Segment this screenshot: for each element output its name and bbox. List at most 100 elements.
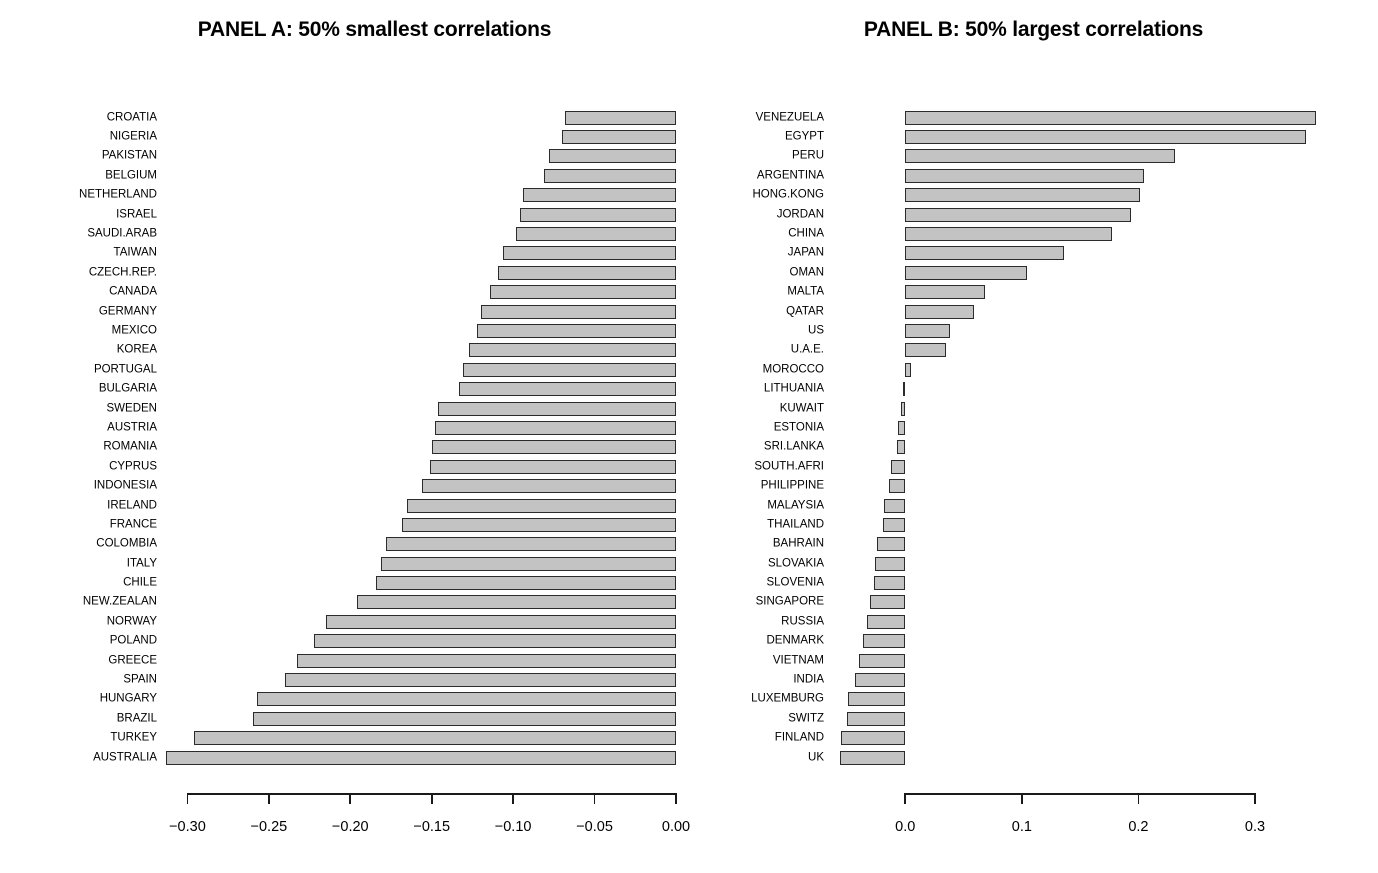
bar bbox=[462, 362, 676, 377]
axis-tick bbox=[349, 793, 352, 804]
bar bbox=[314, 634, 676, 649]
bar-row: LITHUANIA bbox=[689, 379, 1378, 398]
bar-category-label: PORTUGAL bbox=[93, 363, 157, 376]
bar-row: SOUTH.AFRI bbox=[689, 457, 1378, 476]
bar-category-label: MALTA bbox=[787, 285, 824, 298]
axis-tick bbox=[1137, 793, 1140, 804]
bar-category-label: QATAR bbox=[786, 304, 824, 317]
bar-row: DENMARK bbox=[689, 632, 1378, 651]
bar bbox=[900, 401, 906, 416]
bar bbox=[431, 440, 676, 455]
panel-b-plot-area: VENEZUELA EGYPT PERU ARGENTINA HONG.KONG JORD… bbox=[689, 108, 1378, 776]
panel-a: PANEL A: 50% smallest correlations CROAT… bbox=[0, 0, 691, 873]
bar-row: SPAIN bbox=[0, 670, 689, 689]
bar-category-label: NEW.ZEALAN bbox=[82, 595, 157, 608]
bar-row: ISRAEL bbox=[0, 205, 689, 224]
bar-category-label: BULGARIA bbox=[98, 382, 157, 395]
bar-category-label: RUSSIA bbox=[781, 615, 824, 628]
axis-tick bbox=[512, 793, 514, 804]
bar-row: CANADA bbox=[0, 283, 689, 302]
panel-a-title: PANEL A: 50% smallest correlations bbox=[197, 18, 552, 41]
bar-category-label: ESTONIA bbox=[773, 421, 824, 434]
axis-tick-label: 0.3 bbox=[1244, 819, 1266, 835]
bar-category-label: THAILAND bbox=[767, 518, 824, 531]
bar bbox=[516, 227, 676, 242]
axis-tick-label: −0.05 bbox=[576, 819, 613, 835]
bar-row: MOROCCO bbox=[689, 360, 1378, 379]
bar bbox=[897, 440, 906, 455]
axis-line bbox=[905, 793, 1255, 795]
bar bbox=[469, 343, 676, 358]
bar-row: MEXICO bbox=[0, 321, 689, 340]
bar-category-label: COLOMBIA bbox=[96, 537, 157, 550]
bar-row: BAHRAIN bbox=[689, 535, 1378, 554]
bar bbox=[905, 110, 1316, 125]
bar-category-label: JAPAN bbox=[787, 246, 824, 259]
bar bbox=[870, 595, 906, 610]
bar bbox=[438, 401, 676, 416]
bar bbox=[498, 265, 676, 280]
bar-row: PHILIPPINE bbox=[689, 476, 1378, 495]
bar-category-label: MOROCCO bbox=[762, 363, 824, 376]
bar-row: NETHERLAND bbox=[0, 186, 689, 205]
axis-tick-label: 0.1 bbox=[1011, 819, 1032, 835]
bar-row: GREECE bbox=[0, 651, 689, 670]
bar-category-label: ISRAEL bbox=[116, 207, 157, 220]
bar bbox=[905, 285, 985, 300]
bar-category-label: BRAZIL bbox=[116, 712, 157, 725]
bar bbox=[905, 130, 1307, 145]
bar-category-label: FRANCE bbox=[109, 518, 157, 531]
bar-row: BRAZIL bbox=[0, 709, 689, 728]
bar bbox=[544, 168, 676, 183]
bar-row: CYPRUS bbox=[0, 457, 689, 476]
bar-category-label: AUSTRIA bbox=[107, 421, 157, 434]
bar-category-label: ARGENTINA bbox=[756, 169, 824, 182]
bar-category-label: SINGAPORE bbox=[755, 595, 824, 608]
bar-category-label: OMAN bbox=[789, 266, 825, 279]
bar bbox=[434, 420, 676, 435]
bar-category-label: VIETNAM bbox=[772, 653, 824, 666]
axis-tick-label: −0.20 bbox=[331, 819, 369, 835]
bar bbox=[905, 265, 1027, 280]
bar-row: GERMANY bbox=[0, 302, 689, 321]
bar-row: SLOVENIA bbox=[689, 573, 1378, 592]
bar-category-label: PAKISTAN bbox=[101, 149, 157, 162]
bar bbox=[858, 653, 906, 668]
bar-row: FRANCE bbox=[0, 515, 689, 534]
bar-row: UK bbox=[689, 748, 1378, 767]
bar bbox=[905, 168, 1145, 183]
bar-category-label: TURKEY bbox=[110, 731, 157, 744]
bar bbox=[519, 207, 676, 222]
bar bbox=[905, 188, 1140, 203]
bar-row: TURKEY bbox=[0, 729, 689, 748]
bar-row: PORTUGAL bbox=[0, 360, 689, 379]
bar-category-label: CROATIA bbox=[106, 110, 157, 123]
bar-row: SWEDEN bbox=[0, 399, 689, 418]
bar-row: IRELAND bbox=[0, 496, 689, 515]
axis-tick-label: 0.00 bbox=[661, 819, 691, 835]
panel-b-x-axis: 0.0 0.1 0.2 0.3 bbox=[689, 793, 1378, 835]
bar bbox=[503, 246, 676, 261]
axis-tick-label: −0.15 bbox=[413, 819, 451, 835]
bar-category-label: CHILE bbox=[123, 576, 157, 589]
bar bbox=[459, 382, 676, 397]
bar bbox=[891, 459, 906, 474]
bar-category-label: DENMARK bbox=[766, 634, 824, 647]
bar-category-label: CZECH.REP. bbox=[88, 266, 157, 279]
bar-row: ARGENTINA bbox=[689, 166, 1378, 185]
bar-row: LUXEMBURG bbox=[689, 690, 1378, 709]
bar bbox=[905, 246, 1064, 261]
bar-category-label: KOREA bbox=[116, 343, 157, 356]
bar bbox=[841, 731, 906, 746]
bar-category-label: CYPRUS bbox=[109, 459, 157, 472]
bar-row: AUSTRIA bbox=[0, 418, 689, 437]
bar-category-label: MALAYSIA bbox=[767, 498, 824, 511]
bar bbox=[480, 304, 676, 319]
bar-row: KUWAIT bbox=[689, 399, 1378, 418]
bar-row: BELGIUM bbox=[0, 166, 689, 185]
bar-category-label: ITALY bbox=[126, 556, 157, 569]
bar bbox=[863, 634, 906, 649]
bar-category-label: CHINA bbox=[788, 227, 824, 240]
bar-row: KOREA bbox=[0, 341, 689, 360]
bar-row: SRI.LANKA bbox=[689, 438, 1378, 457]
